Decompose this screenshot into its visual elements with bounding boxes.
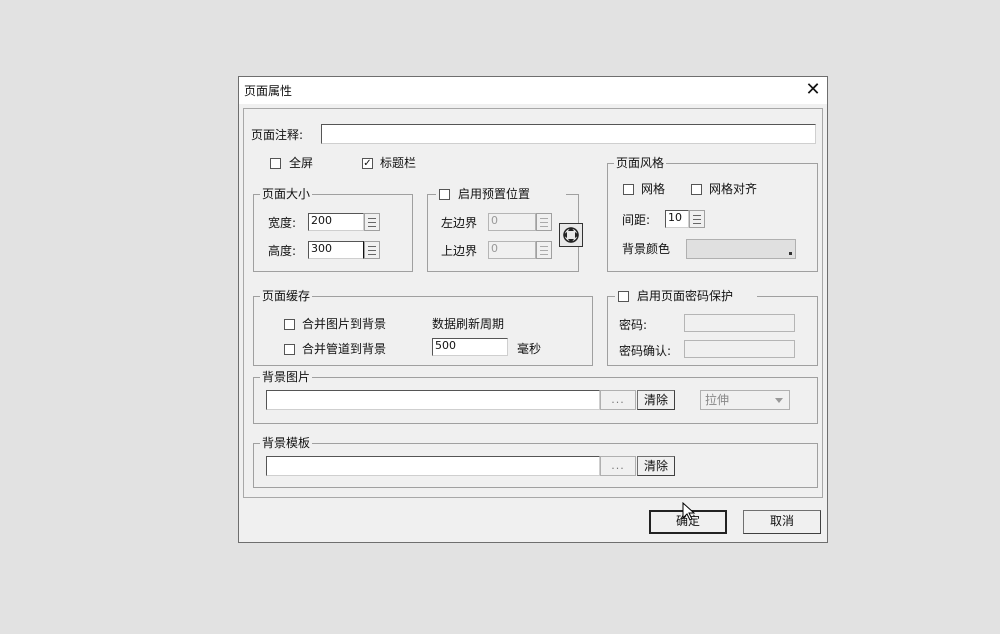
grid-align-checkbox[interactable]	[691, 184, 702, 195]
height-label: 高度:	[268, 244, 297, 258]
fullscreen-checkbox[interactable]	[270, 158, 281, 169]
password-header: 启用页面密码保护	[615, 288, 757, 304]
bg-template-title: 背景模板	[260, 435, 313, 451]
password-confirm-label: 密码确认:	[619, 344, 672, 358]
refresh-period-input[interactable]: 500	[432, 338, 508, 356]
grid-checkbox[interactable]	[623, 184, 634, 195]
spacing-spinner[interactable]	[689, 210, 705, 228]
password-protect-checkbox[interactable]	[618, 291, 629, 302]
width-input[interactable]: 200	[308, 213, 364, 231]
left-margin-spinner[interactable]	[536, 213, 552, 231]
page-size-group	[253, 194, 413, 272]
mouse-cursor-icon	[682, 502, 696, 521]
position-picker-icon[interactable]	[559, 223, 583, 247]
left-margin-label: 左边界	[441, 216, 478, 230]
bg-image-clear-button[interactable]: 清除	[637, 390, 675, 410]
password-label: 密码:	[619, 318, 648, 332]
titlebar-checkbox[interactable]: ✓	[362, 158, 373, 169]
password-input[interactable]	[684, 314, 795, 332]
refresh-period-label: 数据刷新周期	[432, 317, 505, 331]
merge-image-label: 合并图片到背景	[302, 317, 387, 331]
bg-image-browse-button[interactable]: ...	[600, 390, 636, 410]
fullscreen-label: 全屏	[289, 156, 314, 170]
note-label: 页面注释:	[251, 128, 304, 142]
spacing-label: 间距:	[622, 213, 651, 227]
spacing-input[interactable]: 10	[665, 210, 689, 228]
merge-pipe-checkbox[interactable]	[284, 344, 295, 355]
preset-position-checkbox[interactable]	[439, 189, 450, 200]
bg-image-mode-value: 拉伸	[705, 393, 730, 407]
page-cache-title: 页面缓存	[260, 288, 313, 304]
top-margin-label: 上边界	[441, 244, 478, 258]
ms-unit-label: 毫秒	[517, 342, 542, 356]
bgcolor-dropdown-icon	[789, 252, 792, 255]
grid-label: 网格	[641, 182, 666, 196]
bg-template-browse-button[interactable]: ...	[600, 456, 636, 476]
password-protect-title: 启用页面密码保护	[637, 289, 734, 303]
top-margin-input[interactable]: 0	[488, 241, 536, 259]
chevron-down-icon	[775, 398, 783, 403]
dialog-title: 页面属性	[244, 84, 293, 98]
grid-align-label: 网格对齐	[709, 182, 758, 196]
note-input[interactable]	[321, 124, 816, 144]
merge-pipe-label: 合并管道到背景	[302, 342, 387, 356]
width-spinner[interactable]	[364, 213, 380, 231]
page-properties-dialog: 页面属性 ✕ 页面注释: 全屏 ✓ 标题栏 页面大小 宽度: 200 高度: 3…	[238, 76, 828, 543]
titlebar-label: 标题栏	[380, 156, 417, 170]
preset-position-title: 启用预置位置	[458, 187, 531, 201]
preset-position-group	[427, 194, 579, 272]
bg-template-path-input[interactable]	[266, 456, 600, 476]
height-spinner[interactable]	[364, 241, 380, 259]
merge-image-checkbox[interactable]	[284, 319, 295, 330]
bg-image-path-input[interactable]	[266, 390, 600, 410]
password-confirm-input[interactable]	[684, 340, 795, 358]
page-style-title: 页面风格	[614, 155, 667, 171]
title-bar: 页面属性 ✕	[239, 77, 827, 104]
close-icon[interactable]: ✕	[802, 79, 824, 101]
page-size-title: 页面大小	[260, 186, 313, 202]
bg-template-clear-button[interactable]: 清除	[637, 456, 675, 476]
top-margin-spinner[interactable]	[536, 241, 552, 259]
bgcolor-picker[interactable]	[686, 239, 796, 259]
cancel-button[interactable]: 取消	[743, 510, 821, 534]
bg-image-title: 背景图片	[260, 369, 313, 385]
preset-position-header: 启用预置位置	[436, 186, 566, 202]
height-input[interactable]: 300	[308, 241, 364, 259]
bgcolor-label: 背景颜色	[622, 242, 671, 256]
width-label: 宽度:	[268, 216, 297, 230]
bg-image-mode-select[interactable]: 拉伸	[700, 390, 790, 410]
left-margin-input[interactable]: 0	[488, 213, 536, 231]
